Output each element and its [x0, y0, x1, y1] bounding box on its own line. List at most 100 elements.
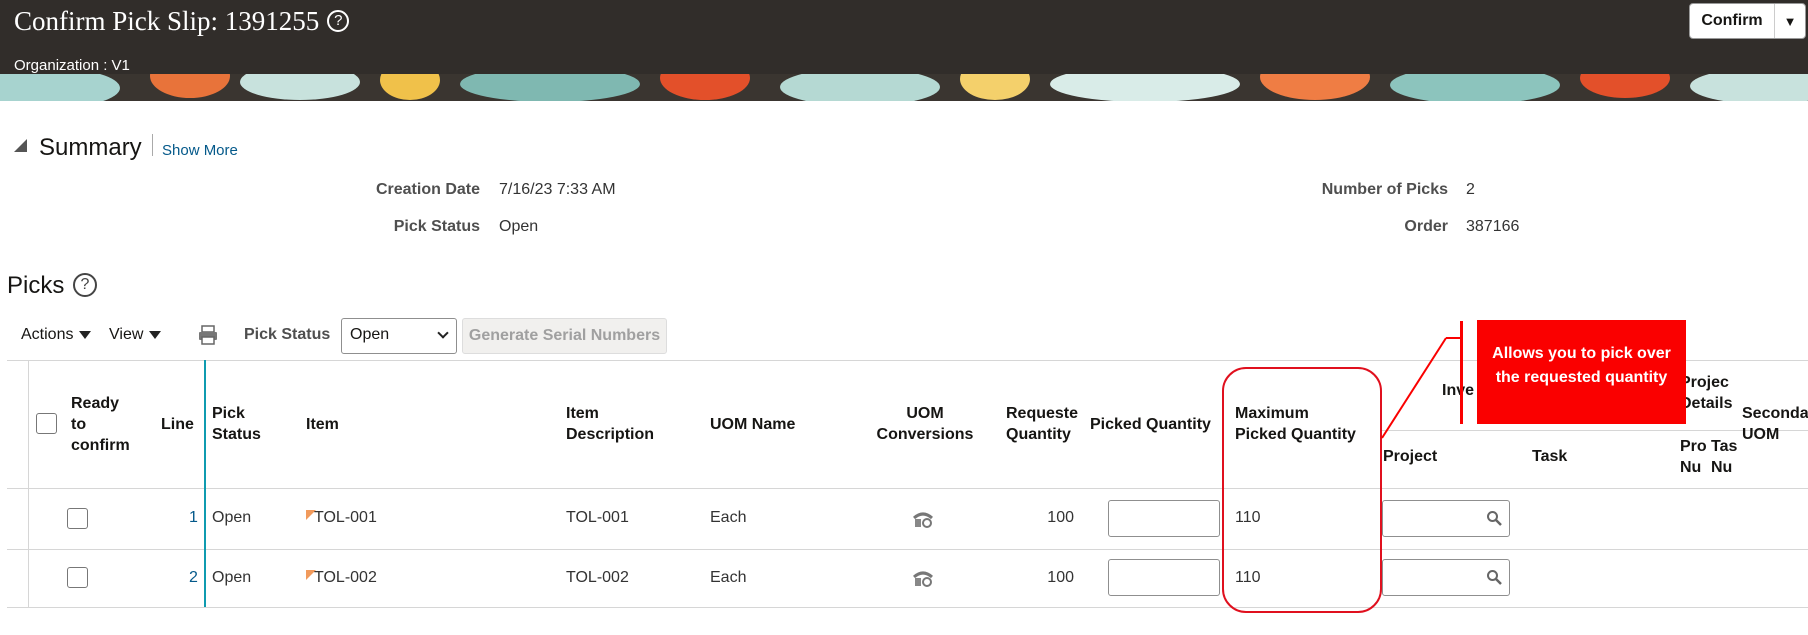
picks-help-icon[interactable]: ? [73, 273, 97, 297]
col-ready-to-confirm-line3: confirm [71, 437, 130, 454]
col-ready-to-confirm-line1: Ready [71, 395, 120, 412]
row-item-description: TOL-001 [566, 509, 629, 526]
row-line-link[interactable]: 2 [189, 569, 198, 587]
row-ready-checkbox[interactable] [67, 508, 88, 529]
col-uom-conversions-line2: Conversions [876, 426, 974, 443]
generate-serial-numbers-button[interactable]: Generate Serial Numbers [462, 318, 667, 354]
project-input[interactable] [1382, 500, 1510, 537]
row-requested-quantity: 100 [1047, 509, 1074, 526]
uom-conversions-icon[interactable] [912, 570, 934, 588]
col-group-project-details-line1: Projec [1680, 374, 1729, 391]
decorative-banner [0, 74, 1808, 101]
col-requested-quantity[interactable]: Requeste Quantity [1006, 403, 1081, 445]
number-of-picks-value: 2 [1466, 181, 1475, 198]
uom-conversions-icon[interactable] [912, 511, 934, 529]
pick-status-value: Open [499, 218, 539, 235]
col-requested-quantity-line2: Quantity [1006, 426, 1071, 443]
col-item[interactable]: Item [306, 414, 339, 435]
confirm-dropdown-icon[interactable]: ▼ [1775, 14, 1805, 29]
col-secondary-uom-line1: Seconda [1742, 405, 1808, 422]
col-ready-to-confirm[interactable]: Ready to confirm [71, 393, 130, 456]
row-item-description: TOL-002 [566, 569, 629, 586]
print-icon[interactable] [198, 325, 218, 345]
col-requested-quantity-line1: Requeste [1006, 405, 1079, 422]
col-picked-quantity[interactable]: Picked Quantity [1090, 414, 1211, 435]
order-value: 387166 [1466, 218, 1520, 235]
view-menu-label[interactable]: View [109, 326, 143, 343]
table-bottom-border [7, 607, 1808, 608]
row-uom-name: Each [710, 569, 747, 586]
callout-text-line2: the requested quantity [1495, 369, 1668, 386]
row-item: TOL-001 [314, 509, 377, 526]
col-uom-conversions[interactable]: UOM Conversions [872, 403, 978, 445]
summary-collapse-icon[interactable] [14, 139, 27, 152]
confirm-button[interactable]: Confirm ▼ [1689, 3, 1806, 39]
picked-quantity-input[interactable] [1108, 500, 1220, 537]
picks-title: Picks [7, 272, 65, 299]
col-pick-status-line2: Status [212, 426, 261, 443]
actions-menu-label[interactable]: Actions [21, 326, 73, 343]
row-pick-status: Open [212, 509, 252, 526]
search-icon[interactable] [1486, 569, 1502, 585]
col-task[interactable]: Task [1532, 446, 1567, 467]
col-project-number[interactable]: Pro Nu [1680, 436, 1710, 478]
row-ready-checkbox[interactable] [67, 567, 88, 588]
callout-bar [1460, 321, 1463, 424]
creation-date-label: Creation Date [375, 181, 480, 198]
col-task-number-line2: Nu [1711, 459, 1733, 476]
col-group-project-details: Projec Details [1680, 372, 1732, 414]
pick-status-label: Pick Status [393, 218, 480, 235]
row-line-link[interactable]: 1 [189, 509, 198, 527]
col-pick-status[interactable]: Pick Status [212, 403, 261, 445]
view-menu[interactable]: View [109, 326, 162, 344]
callout-text-line1: Allows you to pick over [1492, 345, 1671, 362]
actions-menu[interactable]: Actions [21, 326, 92, 344]
summary-title: Summary [39, 134, 142, 161]
col-ready-to-confirm-line2: to [71, 416, 87, 433]
pick-status-select-value[interactable]: Open [350, 326, 389, 343]
picked-quantity-input[interactable] [1108, 559, 1220, 596]
col-uom-conversions-line1: UOM [906, 405, 944, 422]
col-project[interactable]: Project [1383, 446, 1437, 467]
show-more-link[interactable]: Show More [162, 142, 238, 159]
creation-date-value: 7/16/23 7:33 AM [499, 181, 616, 198]
chevron-down-icon [437, 327, 449, 339]
col-item-description-line1: Item [566, 405, 599, 422]
callout-box: Allows you to pick over the requested qu… [1477, 320, 1686, 424]
order-label: Order [1404, 218, 1448, 235]
actions-caret-icon [79, 330, 92, 339]
project-input[interactable] [1382, 559, 1510, 596]
col-task-number-line1: Tas [1711, 438, 1738, 455]
col-item-description[interactable]: Item Description [566, 403, 654, 445]
row-divider [7, 549, 1808, 550]
table-header-border [7, 488, 1808, 489]
col-item-description-line2: Description [566, 426, 655, 443]
search-icon[interactable] [1486, 510, 1502, 526]
col-pick-status-line1: Pick [212, 405, 245, 422]
pick-status-select[interactable]: Open [341, 318, 457, 354]
page-header: Confirm Pick Slip: 1391255? Organization… [0, 0, 1808, 74]
row-uom-name: Each [710, 509, 747, 526]
col-secondary-uom[interactable]: Seconda UOM [1742, 403, 1808, 445]
select-all-checkbox[interactable] [36, 413, 57, 434]
col-uom-name[interactable]: UOM Name [710, 414, 795, 435]
frozen-column-divider [204, 360, 206, 607]
view-caret-icon [149, 330, 162, 339]
maximum-picked-quantity-highlight [1222, 367, 1382, 613]
toolbar-pick-status-label: Pick Status [244, 326, 331, 343]
row-requested-quantity: 100 [1047, 569, 1074, 586]
col-project-number-line2: Nu [1680, 459, 1702, 476]
row-item: TOL-002 [314, 569, 377, 586]
help-icon[interactable]: ? [327, 9, 350, 32]
number-of-picks-label: Number of Picks [1321, 181, 1448, 198]
col-line[interactable]: Line [161, 414, 194, 435]
confirm-button-label[interactable]: Confirm [1690, 4, 1775, 38]
callout-pointer [1381, 337, 1460, 439]
table-gutter-line [28, 360, 29, 607]
col-secondary-uom-line2: UOM [1742, 426, 1780, 443]
page-title-text: Confirm Pick Slip: 1391255 [14, 6, 320, 36]
page-title: Confirm Pick Slip: 1391255? [14, 6, 350, 37]
col-project-number-line1: Pro [1680, 438, 1707, 455]
col-group-project-details-line2: Details [1680, 395, 1733, 412]
col-task-number[interactable]: Tas Nu [1711, 436, 1741, 478]
